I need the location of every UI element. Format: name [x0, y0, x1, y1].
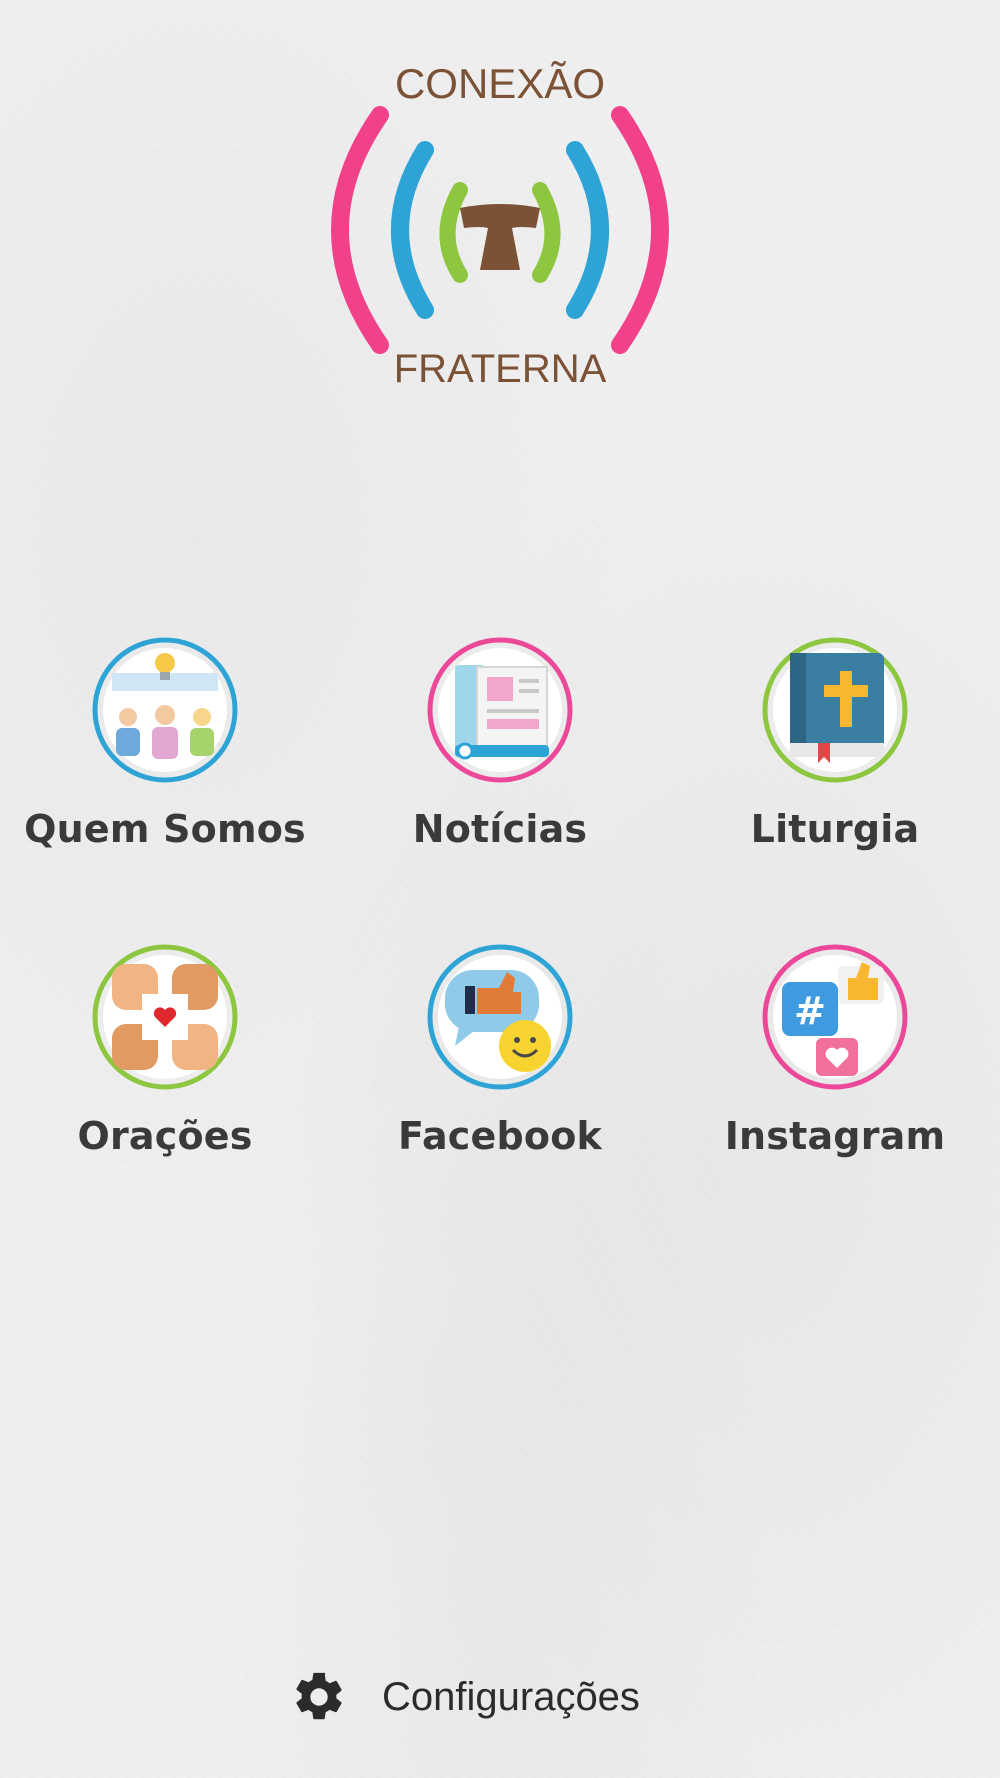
svg-text:#: #	[794, 989, 826, 1033]
logo-line1: CONEXÃO	[395, 60, 605, 107]
menu-item-label: Orações	[77, 1114, 253, 1158]
people-idea-icon	[90, 635, 240, 785]
like-chat-icon	[425, 942, 575, 1092]
menu-item-quem-somos[interactable]: Quem Somos	[5, 635, 325, 851]
menu-item-noticias[interactable]: Notícias	[340, 635, 660, 851]
bible-icon	[760, 635, 910, 785]
menu-item-facebook[interactable]: Facebook	[340, 942, 660, 1158]
menu-item-label: Quem Somos	[24, 807, 306, 851]
gear-icon	[290, 1668, 348, 1726]
logo-line2: FRATERNA	[394, 347, 607, 391]
menu-item-label: Facebook	[398, 1114, 602, 1158]
app-logo: CONEXÃO FRATERNA	[310, 60, 690, 400]
hashtag-social-icon: #	[760, 942, 910, 1092]
menu-item-liturgia[interactable]: Liturgia	[675, 635, 995, 851]
menu-item-label: Liturgia	[750, 807, 920, 851]
joined-hands-heart-icon	[90, 942, 240, 1092]
settings-button[interactable]: Configurações	[290, 1665, 640, 1729]
menu-item-label: Instagram	[724, 1114, 946, 1158]
menu-item-oracoes[interactable]: Orações	[5, 942, 325, 1158]
newspaper-icon	[425, 635, 575, 785]
menu-item-instagram[interactable]: # Instagram	[675, 942, 995, 1158]
settings-label: Configurações	[382, 1674, 640, 1719]
menu-item-label: Notícias	[412, 807, 588, 851]
